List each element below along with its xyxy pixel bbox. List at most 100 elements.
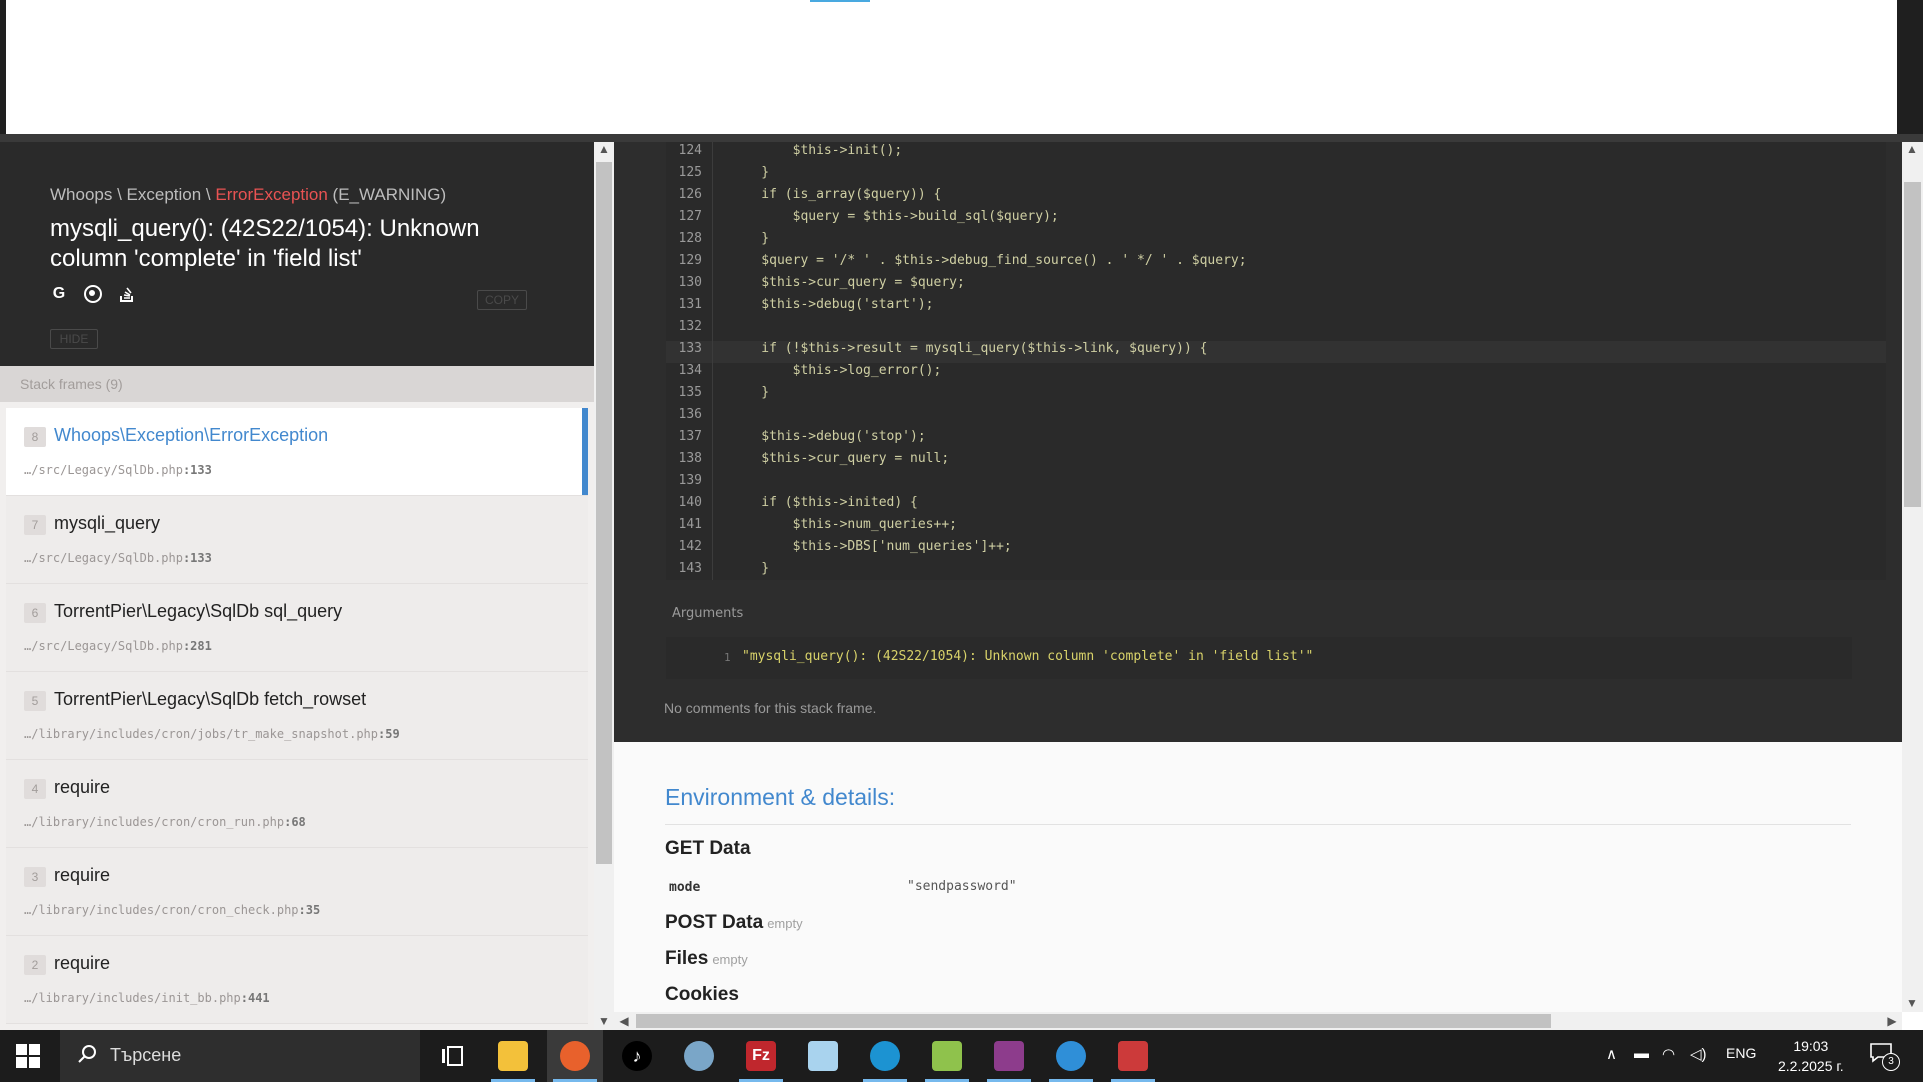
battery-icon[interactable]: ▬ (1634, 1045, 1649, 1062)
scroll-up-arrow-icon[interactable]: ▲ (594, 142, 614, 156)
code-text: if (!$this->result = mysqli_query($this-… (730, 341, 1208, 356)
stack-frames-list: 8 Whoops\Exception\ErrorException …/src/… (6, 408, 588, 1024)
code-panel: 124 $this->init(); 125 } 126 if (is_array(… (614, 142, 1902, 742)
stack-frame[interactable]: 6 TorrentPier\Legacy\SqlDb sql_query …/s… (6, 584, 588, 672)
duckduckgo-icon[interactable] (84, 285, 102, 303)
page-scroll-thumb[interactable] (1904, 182, 1921, 507)
get-data-label: GET Data (665, 838, 751, 859)
frame-index: 8 (24, 427, 46, 447)
line-number: 139 (678, 473, 702, 488)
frame-file: …/library/includes/cron/jobs/tr_make_sna… (24, 727, 400, 741)
wifi-icon[interactable]: ◠ (1662, 1045, 1675, 1063)
frame-index: 2 (24, 955, 46, 975)
scroll-down-arrow-icon[interactable]: ▼ (1902, 996, 1922, 1010)
task-view-icon[interactable] (424, 1030, 480, 1082)
image-viewer-icon[interactable] (1105, 1030, 1161, 1082)
stack-frame[interactable]: 7 mysqli_query …/src/Legacy/SqlDb.php:13… (6, 496, 588, 584)
post-data-empty: empty (767, 916, 803, 931)
windows-start-icon[interactable] (16, 1044, 40, 1068)
code-text: $query = $this->build_sql($query); (730, 209, 1059, 224)
search-icon (76, 1043, 102, 1069)
edge-icon[interactable] (857, 1030, 913, 1082)
tiktok-icon[interactable]: ♪ (609, 1030, 665, 1082)
stack-frame[interactable]: 3 require …/library/includes/cron/cron_c… (6, 848, 588, 936)
code-line: 136 (666, 407, 1886, 429)
code-text: } (730, 165, 770, 180)
code-line: 127 $query = $this->build_sql($query); (666, 209, 1886, 231)
code-line: 130 $this->cur_query = $query; (666, 275, 1886, 297)
frame-line-number: :68 (284, 815, 306, 829)
frame-file: …/src/Legacy/SqlDb.php:133 (24, 551, 212, 565)
firefox-icon[interactable] (547, 1030, 603, 1082)
notepadpp-icon[interactable] (919, 1030, 975, 1082)
frame-class: TorrentPier\Legacy\SqlDb sql_query (54, 601, 343, 621)
frame-file-path: …/library/includes/cron/cron_run.php (24, 815, 285, 829)
frame-comments: No comments for this stack frame. (664, 700, 877, 716)
code-text: if (is_array($query)) { (730, 187, 942, 202)
frames-scroll-thumb[interactable] (596, 162, 612, 864)
clock-date: 2.2.2025 г. (1778, 1058, 1844, 1074)
tray-chevron-up-icon[interactable]: ∧ (1606, 1045, 1617, 1063)
environment-divider (665, 824, 1851, 825)
hide-button[interactable]: HIDE (50, 329, 98, 349)
notepad-icon[interactable] (795, 1030, 851, 1082)
frame-file-path: …/library/includes/init_bb.php (24, 991, 241, 1005)
code-text: if ($this->inited) { (730, 495, 918, 510)
scroll-down-arrow-icon[interactable]: ▼ (594, 1014, 614, 1028)
get-data-value: "sendpassword" (907, 879, 1017, 894)
filezilla-icon[interactable]: Fz (733, 1030, 789, 1082)
code-line: 133 if (!$this->result = mysqli_query($t… (666, 341, 1886, 363)
language-indicator[interactable]: ENG (1726, 1045, 1756, 1061)
frame-index: 6 (24, 603, 46, 623)
stack-frame[interactable]: 2 require …/library/includes/init_bb.php… (6, 936, 588, 1024)
file-explorer-icon[interactable] (485, 1030, 541, 1082)
google-icon[interactable]: G (50, 285, 68, 303)
volume-icon[interactable]: ◁) (1690, 1045, 1707, 1063)
notification-center-icon[interactable]: 3 (1870, 1043, 1900, 1071)
exception-message: mysqli_query(): (42S22/1054): Unknown co… (50, 215, 480, 272)
system-clock[interactable]: 19:03 2.2.2025 г. (1778, 1036, 1844, 1076)
line-number: 128 (678, 231, 702, 246)
page-scrollbar[interactable]: ▲ ▼ (1902, 142, 1923, 1012)
cloud-icon[interactable] (1043, 1030, 1099, 1082)
copy-button[interactable]: COPY (477, 290, 527, 310)
code-text: $this->debug('stop'); (730, 429, 926, 444)
code-line: 137 $this->debug('stop'); (666, 429, 1886, 451)
frame-file: …/src/Legacy/SqlDb.php:281 (24, 639, 212, 653)
scroll-up-arrow-icon[interactable]: ▲ (1902, 142, 1922, 156)
search-placeholder: Търсене (110, 1045, 182, 1065)
winrar-icon[interactable] (981, 1030, 1037, 1082)
horizontal-scrollbar[interactable]: ◀ ▶ (614, 1012, 1902, 1030)
stack-frames-header: Stack frames (9) (0, 366, 594, 402)
breadcrumb-prefix: Whoops \ Exception \ (50, 185, 216, 204)
code-line: 141 $this->num_queries++; (666, 517, 1886, 539)
get-data-key: mode (669, 880, 701, 895)
exception-breadcrumb: Whoops \ Exception \ ErrorException (E_W… (50, 185, 446, 205)
stack-frame[interactable]: 8 Whoops\Exception\ErrorException …/src/… (6, 408, 588, 496)
argument-value: "mysqli_query(): (42S22/1054): Unknown c… (742, 649, 1314, 664)
stack-frame[interactable]: 5 TorrentPier\Legacy\SqlDb fetch_rowset … (6, 672, 588, 760)
environment-panel: Environment & details: GET Data mode "se… (614, 742, 1902, 1012)
scroll-left-arrow-icon[interactable]: ◀ (614, 1014, 634, 1028)
scroll-right-arrow-icon[interactable]: ▶ (1882, 1014, 1902, 1028)
frame-index: 3 (24, 867, 46, 887)
code-text: $this->debug('start'); (730, 297, 934, 312)
files-empty: empty (712, 952, 748, 967)
code-text: $this->num_queries++; (730, 517, 957, 532)
frame-index: 4 (24, 779, 46, 799)
frames-scrollbar[interactable]: ▲ ▼ (594, 142, 614, 1030)
frame-line-number: :133 (182, 463, 212, 477)
stack-frame[interactable]: 4 require …/library/includes/cron/cron_r… (6, 760, 588, 848)
active-frame-indicator (582, 408, 588, 495)
horizontal-scroll-thumb[interactable] (636, 1014, 1551, 1028)
frame-class: mysqli_query (54, 513, 161, 533)
frame-file: …/library/includes/cron/cron_run.php:68 (24, 815, 306, 829)
taskbar-search[interactable]: Търсене (60, 1030, 420, 1082)
breadcrumb-suffix: (E_WARNING) (327, 185, 447, 204)
filezilla-label: Fz (746, 1041, 776, 1071)
stackoverflow-icon[interactable] (118, 285, 136, 303)
files-section: Files empty (665, 948, 748, 970)
code-text: $this->log_error(); (730, 363, 942, 378)
post-data-section: POST Data empty (665, 912, 803, 934)
app-icon[interactable] (671, 1030, 727, 1082)
